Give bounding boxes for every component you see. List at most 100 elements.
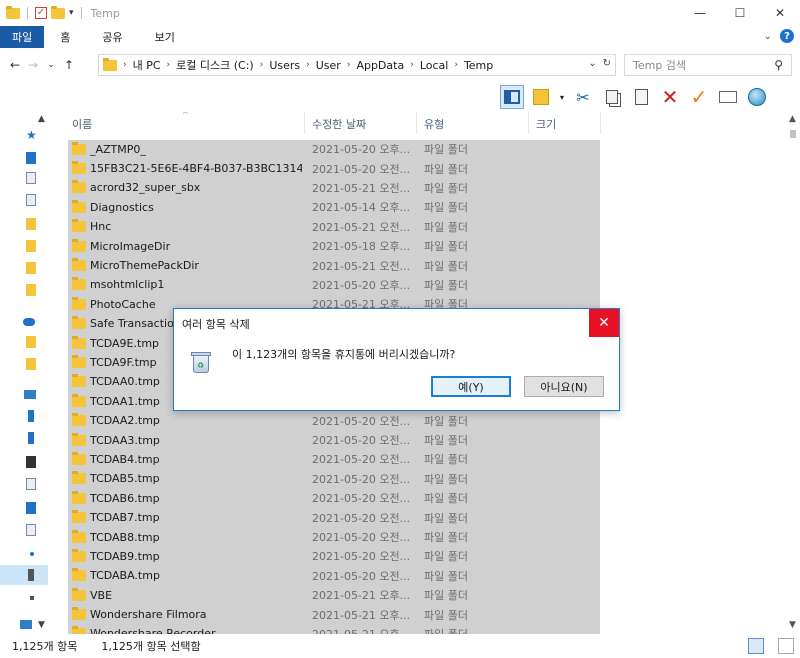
address-dropdown-icon[interactable]: ⌄: [588, 58, 596, 69]
tab-share[interactable]: 공유: [86, 26, 138, 48]
notes-dropdown-icon[interactable]: ▾: [558, 85, 566, 109]
globe-button[interactable]: [745, 85, 769, 109]
table-row[interactable]: Hnc 2021-05-21 오전... 파일 폴더: [68, 217, 600, 237]
crumb-appdata[interactable]: AppData: [356, 59, 404, 72]
pinned-folder-icon[interactable]: [26, 240, 36, 252]
nav-scroll-down-icon[interactable]: ▼: [38, 620, 45, 630]
column-name[interactable]: 이름: [72, 116, 92, 132]
notes-button[interactable]: [529, 85, 553, 109]
downloads-icon[interactable]: [28, 432, 34, 444]
tab-home[interactable]: 홈: [44, 26, 86, 48]
forward-arrow-icon[interactable]: →: [24, 58, 42, 72]
column-type[interactable]: 유형: [424, 116, 444, 132]
scroll-up-icon[interactable]: ▲: [789, 114, 796, 124]
crumb-temp[interactable]: Temp: [464, 59, 493, 72]
table-row[interactable]: TCDAA3.tmp 2021-05-20 오전... 파일 폴더: [68, 430, 600, 451]
table-row[interactable]: TCDAB7.tmp 2021-05-20 오전... 파일 폴더: [68, 508, 600, 528]
table-row[interactable]: TCDAA2.tmp 2021-05-20 오전... 파일 폴더: [68, 411, 600, 431]
crumb-this-pc[interactable]: 내 PC: [133, 57, 161, 73]
crumb-local-disk[interactable]: 로컬 디스크 (C:): [176, 57, 254, 73]
column-divider[interactable]: [416, 112, 417, 134]
search-input[interactable]: Temp 검색 ⚲: [624, 54, 792, 76]
table-row[interactable]: msohtmlclip1 2021-05-20 오후... 파일 폴더: [68, 275, 600, 296]
refresh-icon[interactable]: ↻: [603, 58, 611, 69]
documents-icon[interactable]: [26, 478, 36, 490]
table-row[interactable]: acrord32_super_sbx 2021-05-21 오전... 파일 폴더: [68, 178, 600, 199]
column-divider[interactable]: [528, 112, 529, 134]
column-divider[interactable]: [304, 112, 305, 134]
table-row[interactable]: Wondershare Filmora 2021-05-21 오후... 파일 폴더: [68, 605, 600, 625]
tab-view[interactable]: 보기: [139, 26, 191, 48]
properties-icon[interactable]: ✓: [35, 7, 47, 19]
crumb-local[interactable]: Local: [420, 59, 449, 72]
scroll-down-icon[interactable]: ▼: [789, 620, 796, 630]
column-date[interactable]: 수정한 날짜: [312, 116, 366, 132]
tab-file[interactable]: 파일: [0, 26, 45, 48]
table-row[interactable]: TCDAB5.tmp 2021-05-20 오전... 파일 폴더: [68, 469, 600, 490]
this-pc-icon[interactable]: [24, 390, 36, 399]
copy-button[interactable]: [600, 85, 624, 109]
table-row[interactable]: MicroImageDir 2021-05-18 오후... 파일 폴더: [68, 236, 600, 257]
help-icon[interactable]: ?: [780, 29, 794, 43]
scroll-thumb[interactable]: [790, 130, 796, 138]
preview-pane-button[interactable]: [500, 85, 524, 109]
network-icon[interactable]: [20, 620, 32, 629]
address-bar[interactable]: › 내 PC › 로컬 디스크 (C:) › Users › User › Ap…: [98, 54, 616, 76]
desktop-icon[interactable]: [26, 152, 36, 164]
music-icon[interactable]: [30, 552, 34, 556]
check-button[interactable]: ✓: [687, 85, 711, 109]
expand-ribbon-icon[interactable]: ⌄: [764, 31, 772, 42]
delete-button[interactable]: ✕: [658, 85, 682, 109]
table-row[interactable]: MicroThemePackDir 2021-05-21 오전... 파일 폴더: [68, 256, 600, 276]
onedrive-folder-icon[interactable]: [26, 336, 36, 348]
maximize-button[interactable]: ☐: [720, 0, 760, 26]
dialog-close-button[interactable]: ✕: [589, 309, 619, 337]
onedrive-folder-icon[interactable]: [26, 358, 36, 370]
table-row[interactable]: VBE 2021-05-21 오후... 파일 폴더: [68, 585, 600, 606]
pinned-folder-icon[interactable]: [26, 218, 36, 230]
vertical-scrollbar[interactable]: ▲ ▼: [786, 112, 800, 634]
pictures-icon[interactable]: [26, 524, 36, 536]
search-icon[interactable]: ⚲: [774, 58, 783, 72]
nav-scroll-up-icon[interactable]: ▲: [38, 114, 45, 124]
table-row[interactable]: TCDAB6.tmp 2021-05-20 오전... 파일 폴더: [68, 489, 600, 509]
crumb-user[interactable]: User: [316, 59, 341, 72]
new-folder-icon[interactable]: [51, 5, 65, 19]
minimize-button[interactable]: —: [680, 0, 720, 26]
no-button[interactable]: 아니요(N): [524, 376, 604, 397]
desktop-icon[interactable]: [26, 502, 36, 514]
recent-locations-icon[interactable]: ⌄: [42, 60, 60, 70]
table-row[interactable]: Diagnostics 2021-05-14 오후... 파일 폴더: [68, 198, 600, 218]
table-row[interactable]: TCDAB4.tmp 2021-05-20 오전... 파일 폴더: [68, 450, 600, 470]
table-row[interactable]: TCDAB9.tmp 2021-05-20 오전... 파일 폴더: [68, 547, 600, 567]
paste-button[interactable]: [629, 85, 653, 109]
close-window-button[interactable]: ✕: [760, 0, 800, 26]
onedrive-icon[interactable]: [23, 318, 35, 326]
pinned-folder-icon[interactable]: [26, 284, 36, 296]
3d-objects-icon[interactable]: [28, 410, 34, 422]
pinned-folder-icon[interactable]: [26, 262, 36, 274]
cut-button[interactable]: ✂: [571, 85, 595, 109]
back-arrow-icon[interactable]: ←: [6, 58, 24, 72]
crumb-users[interactable]: Users: [269, 59, 300, 72]
column-divider[interactable]: [600, 112, 601, 134]
local-disk-icon[interactable]: [28, 569, 34, 581]
table-row[interactable]: Wondershare Recorder2021-05-21 오후...파일 폴…: [68, 624, 600, 634]
table-row[interactable]: _AZTMP0_ 2021-05-20 오후... 파일 폴더: [68, 140, 600, 160]
documents-icon[interactable]: [26, 172, 36, 184]
chevron-down-icon[interactable]: ▾: [69, 8, 74, 18]
videos-icon[interactable]: [26, 456, 36, 468]
table-row[interactable]: 15FB3C21-5E6E-4BF4-B037-B3BC1314... 2021-…: [68, 159, 600, 179]
pictures-icon[interactable]: [26, 194, 36, 206]
nav-selected-item[interactable]: [0, 565, 48, 585]
large-icons-view-icon[interactable]: [778, 638, 794, 654]
table-row[interactable]: TCDAB8.tmp 2021-05-20 오전... 파일 폴더: [68, 527, 600, 548]
table-row[interactable]: TCDABA.tmp 2021-05-20 오전... 파일 폴더: [68, 566, 600, 586]
column-size[interactable]: 크기: [536, 116, 556, 132]
up-arrow-icon[interactable]: ↑: [60, 58, 78, 72]
rename-button[interactable]: [716, 85, 740, 109]
details-view-icon[interactable]: [748, 638, 764, 654]
drive-icon[interactable]: [30, 596, 34, 600]
yes-button[interactable]: 예(Y): [431, 376, 511, 397]
quick-access-star-icon[interactable]: ★: [26, 128, 37, 142]
